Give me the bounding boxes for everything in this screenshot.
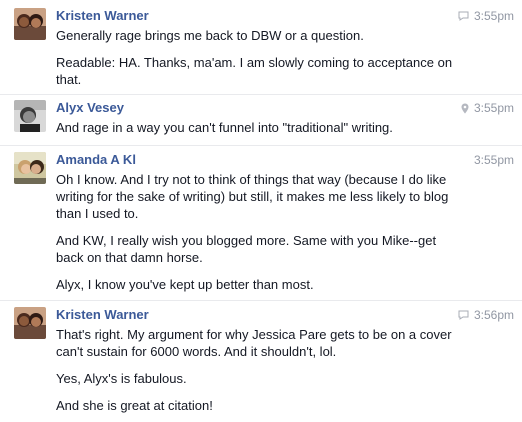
message-divider [0, 300, 522, 301]
message-text: Oh I know. And I try not to think of thi… [56, 172, 452, 221]
message-divider [0, 94, 522, 95]
message-timestamp: 3:55pm [473, 9, 514, 23]
location-pin-icon [461, 103, 469, 114]
chat-bubble-icon [458, 11, 469, 21]
message-text: And KW, I really wish you blogged more. … [56, 233, 440, 265]
avatar[interactable] [14, 8, 46, 40]
sender-name[interactable]: Kristen Warner [56, 8, 149, 24]
chat-bubble-icon [458, 310, 469, 320]
message-text: Alyx, I know you've kept up better than … [56, 277, 314, 292]
message-timestamp: 3:55pm [473, 153, 514, 167]
message-text: And she is great at citation! [56, 398, 213, 413]
message-timestamp: 3:55pm [473, 101, 514, 115]
message-text: Readable: HA. Thanks, ma'am. I am slowly… [56, 55, 456, 87]
sender-name[interactable]: Alyx Vesey [56, 100, 124, 116]
message-meta: 3:55pm [474, 152, 514, 168]
message-text: Generally rage brings me back to DBW or … [56, 28, 364, 43]
sender-name[interactable]: Amanda A Kl [56, 152, 136, 168]
message-meta: 3:56pm [458, 307, 514, 323]
message-text: Yes, Alyx's is fabulous. [56, 371, 187, 386]
message-meta: 3:55pm [461, 100, 514, 116]
avatar[interactable] [14, 307, 46, 339]
message-timestamp: 3:56pm [473, 308, 514, 322]
avatar[interactable] [14, 100, 46, 132]
message-text: And rage in a way you can't funnel into … [56, 120, 393, 135]
avatar[interactable] [14, 152, 46, 184]
message-meta: 3:55pm [458, 8, 514, 24]
message-text: That's right. My argument for why Jessic… [56, 327, 456, 359]
sender-name[interactable]: Kristen Warner [56, 307, 149, 323]
message-divider [0, 145, 522, 146]
